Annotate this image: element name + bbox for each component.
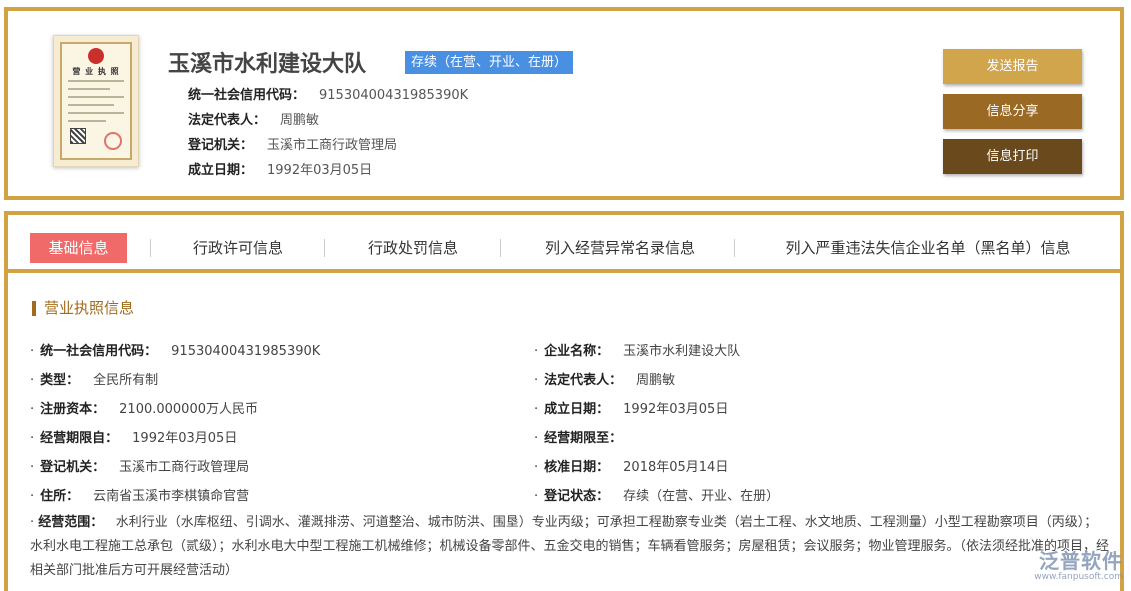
field-term-to: · 经营期限至： <box>534 427 636 446</box>
field-value: 云南省玉溪市李棋镇命官营 <box>93 489 249 504</box>
tab-separator <box>324 239 325 257</box>
business-license-image[interactable]: 营 业 执 照 <box>53 35 139 167</box>
field-label: 经营期限自： <box>40 431 118 446</box>
tab-bar: 基础信息 行政许可信息 行政处罚信息 列入经营异常名录信息 列入严重违法失信企业… <box>8 215 1120 273</box>
field-label: 成立日期： <box>544 402 609 417</box>
qr-code-icon <box>70 128 86 144</box>
tab-basic-info[interactable]: 基础信息 <box>30 233 127 263</box>
bullet-icon: · <box>534 344 538 359</box>
license-line <box>68 80 124 82</box>
business-scope: · 经营范围： 水利行业（水库枢纽、引调水、灌溉排涝、河道整治、城市防洪、围垦）… <box>30 511 1110 583</box>
tab-admin-penalty[interactable]: 行政处罚信息 <box>343 233 483 263</box>
tab-separator <box>734 239 735 257</box>
share-info-button[interactable]: 信息分享 <box>943 94 1082 129</box>
header-established-value: 1992年03月05日 <box>267 163 372 178</box>
field-label: 类型： <box>40 373 79 388</box>
section-title: 营业执照信息 <box>32 301 134 316</box>
field-label: 登记状态： <box>544 489 609 504</box>
field-registration-authority: · 登记机关： 玉溪市工商行政管理局 <box>30 456 249 475</box>
company-name: 玉溪市水利建设大队 <box>168 46 366 78</box>
field-value: 玉溪市水利建设大队 <box>623 344 740 359</box>
tab-abnormal-list[interactable]: 列入经营异常名录信息 <box>520 233 720 263</box>
bullet-icon: · <box>30 515 34 530</box>
bullet-icon: · <box>30 373 34 388</box>
license-line <box>68 120 106 122</box>
bullet-icon: · <box>534 489 538 504</box>
header-authority-value: 玉溪市工商行政管理局 <box>267 138 397 153</box>
license-title: 营 业 执 照 <box>62 66 130 77</box>
header-legal-rep-row: 法定代表人： 周鹏敏 <box>188 109 319 128</box>
field-label: 注册资本： <box>40 402 105 417</box>
header-credit-code-label: 统一社会信用代码： <box>188 88 305 103</box>
license-line <box>68 104 114 106</box>
watermark-brand: 泛普软件 <box>1034 545 1123 574</box>
company-header-card: 营 业 执 照 玉溪市水利建设大队 存续（在营、开业、在册） 统一社会信用代码：… <box>4 7 1124 200</box>
business-scope-value: 水利行业（水库枢纽、引调水、灌溉排涝、河道整治、城市防洪、围垦）专业丙级；可承担… <box>30 515 1109 578</box>
header-authority-row: 登记机关： 玉溪市工商行政管理局 <box>188 134 397 153</box>
details-card: 基础信息 行政许可信息 行政处罚信息 列入经营异常名录信息 列入严重违法失信企业… <box>4 211 1124 591</box>
license-line <box>68 112 124 114</box>
field-approval-date: · 核准日期： 2018年05月14日 <box>534 456 728 475</box>
field-value: 1992年03月05日 <box>132 431 237 446</box>
watermark-logo: 泛普软件 www.fanpusoft.com <box>1034 545 1123 582</box>
bullet-icon: · <box>30 460 34 475</box>
national-emblem-icon <box>88 48 104 64</box>
field-label: 核准日期： <box>544 460 609 475</box>
header-legal-rep-label: 法定代表人： <box>188 113 266 128</box>
bullet-icon: · <box>30 489 34 504</box>
field-label: 企业名称： <box>544 344 609 359</box>
field-company-name: · 企业名称： 玉溪市水利建设大队 <box>534 340 740 359</box>
field-label: 经营期限至： <box>544 431 622 446</box>
tab-blacklist[interactable]: 列入严重违法失信企业名单（黑名单）信息 <box>753 233 1103 263</box>
send-report-button[interactable]: 发送报告 <box>943 49 1082 84</box>
bullet-icon: · <box>30 402 34 417</box>
field-value: 91530400431985390K <box>171 344 320 359</box>
tab-separator <box>150 239 151 257</box>
print-info-button[interactable]: 信息打印 <box>943 139 1082 174</box>
tab-separator <box>500 239 501 257</box>
header-established-row: 成立日期： 1992年03月05日 <box>188 159 372 178</box>
field-type: · 类型： 全民所有制 <box>30 369 158 388</box>
header-credit-code-value: 91530400431985390K <box>319 88 468 103</box>
field-term-from: · 经营期限自： 1992年03月05日 <box>30 427 237 446</box>
bullet-icon: · <box>30 431 34 446</box>
business-scope-label: 经营范围： <box>38 515 103 530</box>
field-value: 玉溪市工商行政管理局 <box>119 460 249 475</box>
bullet-icon: · <box>534 460 538 475</box>
header-credit-code-row: 统一社会信用代码： 91530400431985390K <box>188 84 468 103</box>
bullet-icon: · <box>30 344 34 359</box>
field-value: 2100.000000万人民币 <box>119 402 258 417</box>
official-seal-icon <box>104 132 122 150</box>
bullet-icon: · <box>534 402 538 417</box>
field-credit-code: · 统一社会信用代码： 91530400431985390K <box>30 340 320 359</box>
field-value: 2018年05月14日 <box>623 460 728 475</box>
status-badge: 存续（在营、开业、在册） <box>405 51 573 74</box>
field-registration-status: · 登记状态： 存续（在营、开业、在册） <box>534 485 779 504</box>
license-line <box>68 96 124 98</box>
field-label: 统一社会信用代码： <box>40 344 157 359</box>
bullet-icon: · <box>534 431 538 446</box>
field-label: 住所： <box>40 489 79 504</box>
field-label: 法定代表人： <box>544 373 622 388</box>
field-address: · 住所： 云南省玉溪市李棋镇命官营 <box>30 485 249 504</box>
license-line <box>68 88 110 90</box>
license-frame: 营 业 执 照 <box>60 42 132 160</box>
field-value: 1992年03月05日 <box>623 402 728 417</box>
field-value: 周鹏敏 <box>636 373 675 388</box>
field-label: 登记机关： <box>40 460 105 475</box>
field-value: 存续（在营、开业、在册） <box>623 489 779 504</box>
header-established-label: 成立日期： <box>188 163 253 178</box>
field-legal-rep: · 法定代表人： 周鹏敏 <box>534 369 675 388</box>
watermark-url: www.fanpusoft.com <box>1034 572 1123 582</box>
field-value: 全民所有制 <box>93 373 158 388</box>
tab-admin-license[interactable]: 行政许可信息 <box>168 233 308 263</box>
field-registered-capital: · 注册资本： 2100.000000万人民币 <box>30 398 258 417</box>
bullet-icon: · <box>534 373 538 388</box>
header-authority-label: 登记机关： <box>188 138 253 153</box>
header-legal-rep-value: 周鹏敏 <box>280 113 319 128</box>
field-established-date: · 成立日期： 1992年03月05日 <box>534 398 728 417</box>
